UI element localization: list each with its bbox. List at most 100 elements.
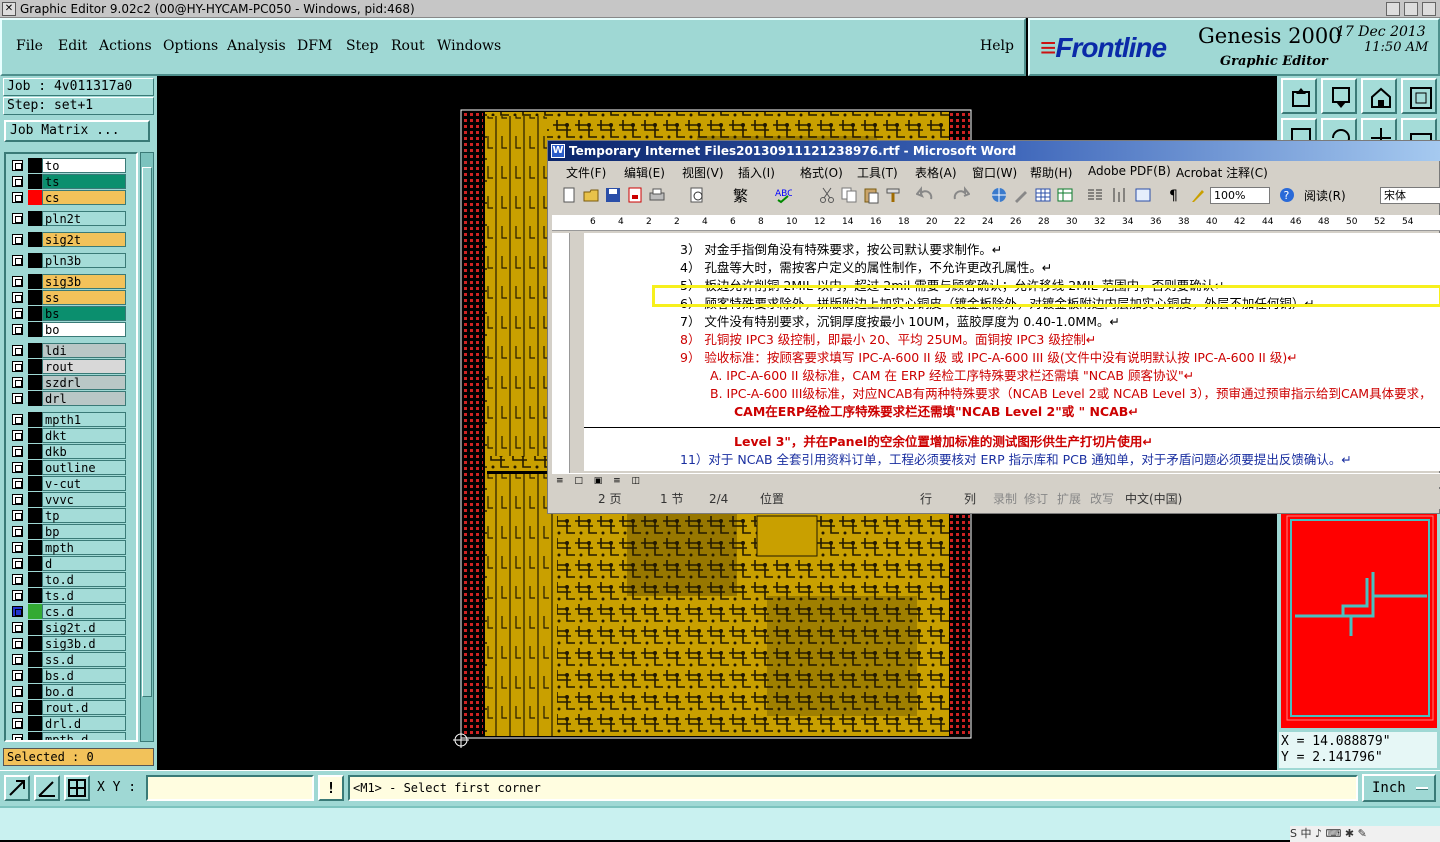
layer-checkbox[interactable] — [12, 276, 23, 287]
status-trk[interactable]: 修订 — [1024, 489, 1048, 509]
layer-checkbox[interactable] — [12, 670, 23, 681]
status-ovr[interactable]: 改写 — [1090, 489, 1114, 509]
layer-name[interactable]: ts — [42, 174, 126, 189]
horizontal-scrollbar[interactable]: ≡ □ ▣ ≡ ◫ — [552, 473, 1440, 487]
layer-row[interactable]: ss — [8, 290, 126, 305]
scrollbar-thumb[interactable] — [142, 167, 152, 697]
layer-color-swatch[interactable] — [28, 620, 42, 635]
layer-checkbox[interactable] — [12, 590, 23, 601]
layer-checkbox[interactable] — [12, 414, 23, 425]
doc-map-icon[interactable] — [1134, 186, 1152, 204]
insert-table-icon[interactable] — [1034, 186, 1052, 204]
layer-color-swatch[interactable] — [28, 391, 42, 406]
word-menu-item[interactable]: 视图(V) — [682, 164, 724, 181]
layer-checkbox[interactable] — [12, 510, 23, 521]
layer-checkbox[interactable] — [12, 292, 23, 303]
open-folder-icon[interactable] — [582, 186, 600, 204]
layer-row[interactable]: pln3b — [8, 253, 126, 268]
close-icon[interactable]: ✕ — [2, 2, 16, 16]
layer-name[interactable]: sig2t.d — [42, 620, 126, 635]
layer-checkbox[interactable] — [12, 606, 23, 617]
layer-row[interactable]: mpth.d — [8, 732, 126, 740]
layer-row[interactable]: dkb — [8, 444, 126, 459]
menu-windows[interactable]: Windows — [437, 38, 501, 54]
layer-name[interactable]: outline — [42, 460, 126, 475]
layer-checkbox[interactable] — [12, 526, 23, 537]
layer-row[interactable]: v-cut — [8, 476, 126, 491]
layer-name[interactable]: pln3b — [42, 253, 126, 268]
layer-color-swatch[interactable] — [28, 716, 42, 731]
layer-checkbox[interactable] — [12, 686, 23, 697]
menu-edit[interactable]: Edit — [58, 38, 87, 54]
status-ext[interactable]: 扩展 — [1057, 489, 1081, 509]
layer-name[interactable]: to — [42, 158, 126, 173]
layer-row[interactable]: to — [8, 158, 126, 173]
layer-checkbox[interactable] — [12, 361, 23, 372]
open-step-button[interactable] — [1281, 78, 1317, 114]
select-mode-button[interactable] — [4, 775, 30, 801]
word-menu-item[interactable]: 插入(I) — [738, 164, 775, 181]
layer-color-swatch[interactable] — [28, 375, 42, 390]
layer-color-swatch[interactable] — [28, 460, 42, 475]
layer-color-swatch[interactable] — [28, 684, 42, 699]
layer-name[interactable]: sig3b.d — [42, 636, 126, 651]
layer-color-swatch[interactable] — [28, 359, 42, 374]
layer-row[interactable]: rout.d — [8, 700, 126, 715]
layer-name[interactable]: rout — [42, 359, 126, 374]
overview-map[interactable] — [1281, 508, 1437, 728]
window-close-button[interactable] — [1422, 2, 1436, 16]
tables-borders-icon[interactable] — [1012, 186, 1030, 204]
layer-name[interactable]: drl — [42, 391, 126, 406]
layer-color-swatch[interactable] — [28, 343, 42, 358]
layer-checkbox[interactable] — [12, 654, 23, 665]
layer-color-swatch[interactable] — [28, 322, 42, 337]
layer-name[interactable]: ts.d — [42, 588, 126, 603]
layer-row[interactable]: tp — [8, 508, 126, 523]
layer-color-swatch[interactable] — [28, 700, 42, 715]
save-step-button[interactable] — [1321, 78, 1357, 114]
layer-checkbox[interactable] — [12, 542, 23, 553]
exclamation-button[interactable]: ! — [318, 775, 344, 801]
xy-input[interactable] — [146, 775, 314, 801]
layer-color-swatch[interactable] — [28, 306, 42, 321]
layer-row[interactable]: szdrl — [8, 375, 126, 390]
menu-file[interactable]: File — [16, 38, 43, 54]
new-doc-icon[interactable] — [560, 186, 578, 204]
highlight-pen-icon[interactable] — [1188, 186, 1206, 204]
horizontal-ruler[interactable]: 6 4 2 2 4 6 8 10 12 14 16 18 20 22 24 26 28 30 32 34 36 38 40 4… — [552, 215, 1440, 231]
layer-row[interactable]: sig2t.d — [8, 620, 126, 635]
layer-row[interactable]: dkt — [8, 428, 126, 443]
layer-checkbox[interactable] — [12, 160, 23, 171]
layer-row[interactable]: cs.d — [8, 604, 126, 619]
layer-color-swatch[interactable] — [28, 572, 42, 587]
layer-row[interactable]: drl — [8, 391, 126, 406]
job-matrix-button[interactable]: Job Matrix ... — [4, 120, 150, 142]
layer-name[interactable]: bs — [42, 306, 126, 321]
font-select[interactable]: 宋体 — [1380, 187, 1440, 204]
layer-checkbox[interactable] — [12, 176, 23, 187]
layer-row[interactable]: cs — [8, 190, 126, 205]
layer-name[interactable]: dkt — [42, 428, 126, 443]
paste-icon[interactable] — [862, 186, 880, 204]
zoom-select[interactable]: 100% — [1210, 187, 1270, 204]
layer-color-swatch[interactable] — [28, 652, 42, 667]
word-menu-item[interactable]: 窗口(W) — [972, 164, 1017, 181]
layer-checkbox[interactable] — [12, 462, 23, 473]
layer-name[interactable]: ss.d — [42, 652, 126, 667]
layer-row[interactable]: ldi — [8, 343, 126, 358]
layer-color-swatch[interactable] — [28, 174, 42, 189]
layer-color-swatch[interactable] — [28, 190, 42, 205]
layer-row[interactable]: ts — [8, 174, 126, 189]
menu-analysis[interactable]: Analysis — [227, 38, 286, 54]
layer-color-swatch[interactable] — [28, 428, 42, 443]
layer-checkbox[interactable] — [12, 393, 23, 404]
layer-scrollbar[interactable] — [140, 152, 154, 742]
layer-row[interactable]: drl.d — [8, 716, 126, 731]
read-mode-button[interactable]: 阅读(R) — [1304, 187, 1346, 205]
word-menu-item[interactable]: 表格(A) — [915, 164, 957, 181]
drawing-icon[interactable] — [1110, 186, 1128, 204]
layer-row[interactable]: bo.d — [8, 684, 126, 699]
layer-checkbox[interactable] — [12, 377, 23, 388]
menu-rout[interactable]: Rout — [391, 38, 425, 54]
snap-mode-button[interactable] — [34, 775, 60, 801]
